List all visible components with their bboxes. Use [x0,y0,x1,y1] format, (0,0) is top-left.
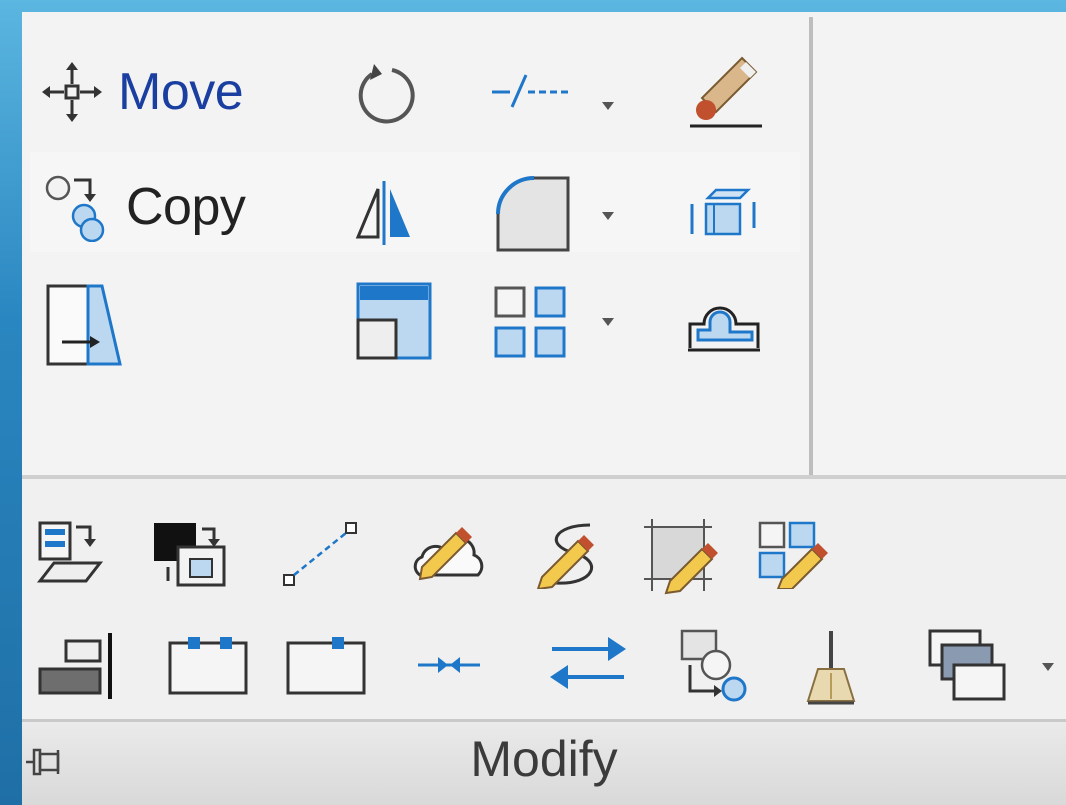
vertical-separator [809,17,813,475]
erase-button[interactable] [684,54,764,134]
break-button[interactable] [284,633,368,697]
ribbon-frame: Move Copy Modify [0,0,1066,805]
hatch-edit-icon [644,519,718,595]
mirror-button[interactable] [354,177,414,247]
scale-button[interactable] [354,280,434,362]
draw-order-button[interactable] [926,625,1010,705]
panel-title: Modify [470,731,618,787]
spline-edit-button[interactable] [534,519,610,589]
set-by-layer-icon [680,629,747,702]
array-icon [494,286,566,358]
hatch-edit-button[interactable] [644,519,720,595]
array-dropdown-arrow[interactable] [602,318,614,326]
break-icon [286,637,366,695]
reverse-button[interactable] [546,629,630,695]
polyline-edit-icon [283,522,357,586]
trim-icon [492,74,568,108]
join-icon [418,657,480,673]
scale-icon [356,282,432,360]
explode-button[interactable] [684,184,764,244]
fillet-button[interactable] [492,172,572,252]
move-button[interactable]: Move [42,62,244,122]
align-icon [38,633,112,699]
move-icon [42,62,102,122]
panel-title-bar[interactable]: Modify [22,719,1066,805]
trim-button[interactable] [490,67,570,117]
revcloud-icon [413,527,484,581]
offset-button[interactable] [684,284,764,354]
offset-icon [688,306,760,352]
edit-attribute-icon [36,521,104,583]
revcloud-button[interactable] [412,523,492,583]
copy-label: Copy [126,178,246,236]
mirror-icon [355,181,410,245]
set-by-layer-button[interactable] [676,625,756,705]
join-button[interactable] [414,647,484,683]
explode-icon [690,188,756,236]
upper-tools-area: Move Copy [22,12,1066,477]
copy-button[interactable]: Copy [44,172,246,242]
lengthen-button[interactable] [166,633,250,697]
modify-panel: Move Copy Modify [22,12,1066,805]
draw-order-dropdown-arrow[interactable] [1042,663,1054,671]
trim-dropdown-arrow[interactable] [602,102,614,110]
draw-order-icon [928,629,1006,701]
purge-icon [806,631,856,705]
edit-attribute-button[interactable] [36,519,106,585]
rotate-button[interactable] [352,62,418,128]
stretch-icon [46,284,122,366]
stretch-button[interactable] [44,280,124,370]
erase-icon [690,56,762,128]
copy-icon [45,175,105,242]
fillet-icon [496,176,570,252]
move-label: Move [118,63,244,121]
array-edit-button[interactable] [756,519,832,589]
fillet-dropdown-arrow[interactable] [602,212,614,220]
spline-edit-icon [536,523,594,589]
rotate-icon [358,64,415,124]
array-edit-icon [758,521,828,589]
purge-button[interactable] [804,629,858,705]
align-button[interactable] [36,631,116,701]
array-button[interactable] [492,284,568,360]
reverse-icon [550,637,626,689]
lower-tools-area [22,479,1066,719]
polyline-edit-button[interactable] [280,519,360,589]
block-editor-button[interactable] [148,519,232,589]
block-editor-icon [154,523,226,587]
lengthen-icon [168,637,248,695]
